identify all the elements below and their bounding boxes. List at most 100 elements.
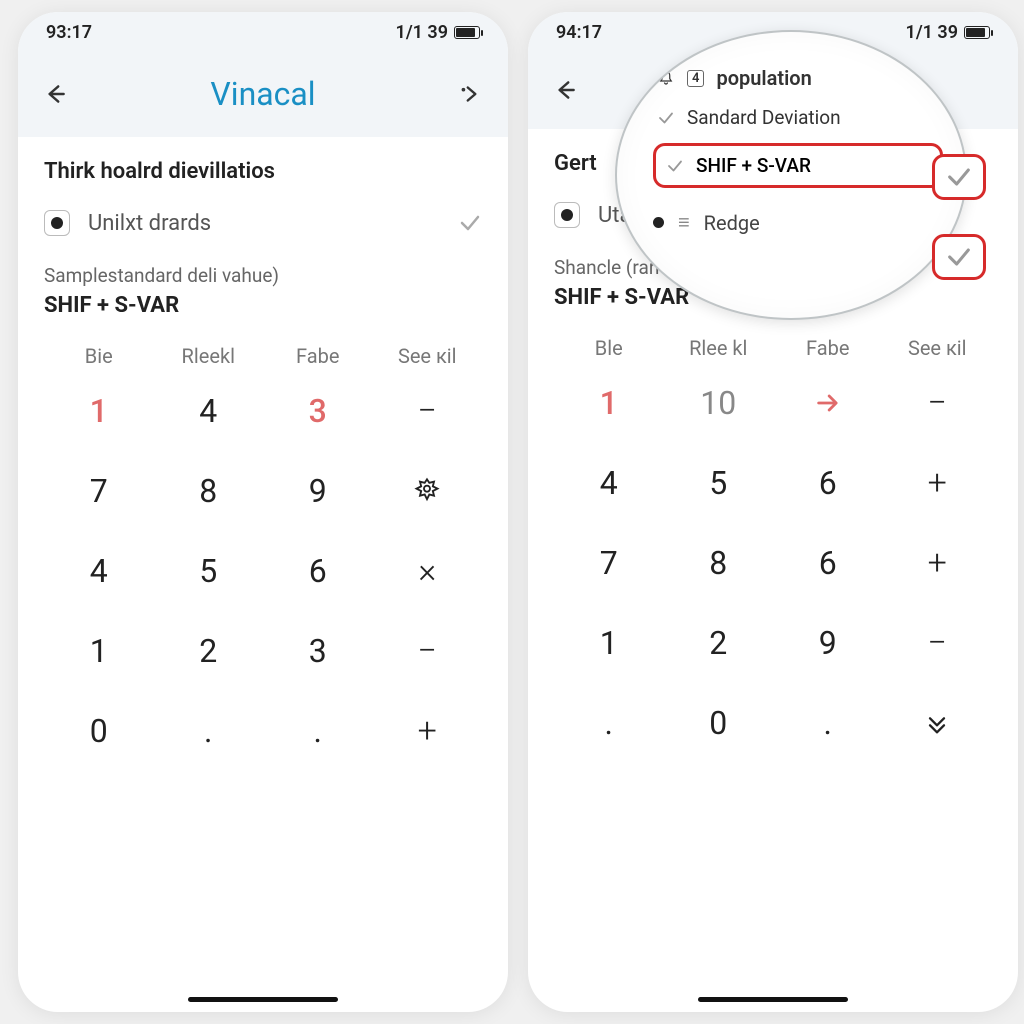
small-label: Samplestandard deli vahue)	[44, 264, 482, 287]
combo-label: SHIF + S-VAR	[44, 293, 482, 318]
section-heading: Thirk hoalrd dievillatios	[44, 159, 482, 184]
key-1b[interactable]: 1	[44, 620, 154, 682]
key-minus[interactable]: −	[373, 380, 483, 442]
key-plus[interactable]: +	[373, 700, 483, 762]
key-4[interactable]: 4	[154, 380, 264, 442]
arrow-left-icon	[552, 77, 578, 103]
key-10[interactable]: 10	[664, 372, 774, 434]
phone-left: 93:17 1/1 39 Vinacal Thirk hoalrd dievil…	[18, 12, 508, 1012]
key-9[interactable]: 9	[773, 612, 883, 674]
check-icon	[945, 163, 973, 191]
key-dot-b[interactable]: .	[773, 692, 883, 754]
magnifier-header: 4 population	[653, 58, 943, 98]
key-5[interactable]: 5	[154, 540, 264, 602]
key-7[interactable]: 7	[554, 532, 664, 594]
key-6[interactable]: 6	[773, 452, 883, 514]
arrow-left-icon	[42, 81, 68, 107]
key-1b[interactable]: 1	[554, 612, 664, 674]
content: Thirk hoalrd dievillatios Unilxt drards …	[18, 137, 508, 762]
key-3b[interactable]: 3	[263, 620, 373, 682]
key-plus-b[interactable]: +	[883, 532, 993, 594]
key-minus-b[interactable]: −	[373, 620, 483, 682]
option-row[interactable]: Unilxt drards	[44, 210, 482, 236]
keypad: 1 4 3 − 7 8 9 4 5 6 × 1 2 3 − 0 . . +	[44, 380, 482, 762]
magnifier-bottom-label: Redge	[704, 211, 760, 235]
key-5[interactable]: 5	[664, 452, 774, 514]
status-signal: 1/1 39	[396, 22, 448, 43]
keypad: 1 10 − 4 5 6 + 7 8 6 + 1 2 9 − . 0 .	[554, 372, 992, 754]
key-down[interactable]	[883, 692, 993, 754]
gear-icon	[413, 477, 441, 505]
back-button[interactable]	[40, 79, 70, 109]
key-7[interactable]: 7	[44, 460, 154, 522]
key-3[interactable]: 3	[263, 380, 373, 442]
check-icon	[666, 157, 684, 175]
key-minus[interactable]: −	[883, 372, 993, 434]
magnifier-overlay: 4 population Sandard Deviation SHIF + S-…	[615, 30, 967, 320]
radio-button[interactable]	[44, 210, 70, 236]
key-headers: Ble Rlee kl Fabe See кіl	[554, 336, 992, 360]
status-right: 1/1 39	[396, 22, 480, 43]
key-6[interactable]: 6	[263, 540, 373, 602]
col-header: Ble	[554, 336, 664, 360]
forward-button[interactable]	[456, 79, 486, 109]
col-header: Bie	[44, 344, 154, 368]
radio-button[interactable]	[554, 202, 580, 228]
key-2[interactable]: 2	[154, 620, 264, 682]
col-header: Fabe	[773, 336, 883, 360]
magnifier-highlight-label: SHIF + S-VAR	[696, 154, 811, 177]
check-icon	[657, 109, 675, 127]
key-dot[interactable]: .	[554, 692, 664, 754]
key-minus-b[interactable]: −	[883, 612, 993, 674]
header-badge: 4	[687, 70, 704, 87]
status-time: 93:17	[46, 22, 92, 43]
status-right: 1/1 39	[906, 22, 990, 43]
magnifier-item-label: Sandard Deviation	[687, 106, 841, 129]
key-dot-b[interactable]: .	[263, 700, 373, 762]
key-8[interactable]: 8	[154, 460, 264, 522]
nav-bar: Vinacal	[18, 47, 508, 137]
check-icon	[458, 211, 482, 235]
magnifier-item-stddev[interactable]: Sandard Deviation	[653, 98, 943, 137]
magnifier-header-text: population	[716, 66, 811, 90]
battery-icon	[454, 26, 480, 39]
battery-icon	[964, 26, 990, 39]
key-9[interactable]: 9	[263, 460, 373, 522]
key-2[interactable]: 2	[664, 612, 774, 674]
col-header: Fabe	[263, 344, 373, 368]
key-plus[interactable]: +	[883, 452, 993, 514]
status-signal: 1/1 39	[906, 22, 958, 43]
back-button[interactable]	[550, 75, 580, 105]
key-arrow[interactable]	[773, 372, 883, 434]
check-icon	[945, 243, 973, 271]
col-header: See кіl	[373, 344, 483, 368]
home-indicator[interactable]	[698, 997, 848, 1002]
key-6b[interactable]: 6	[773, 532, 883, 594]
key-dot[interactable]: .	[154, 700, 264, 762]
highlight-check-1	[932, 154, 986, 200]
page-title: Vinacal	[210, 75, 315, 113]
key-0[interactable]: 0	[664, 692, 774, 754]
home-indicator[interactable]	[188, 997, 338, 1002]
key-0[interactable]: 0	[44, 700, 154, 762]
key-4b[interactable]: 4	[44, 540, 154, 602]
chevron-down-icon	[923, 709, 951, 737]
key-1[interactable]: 1	[44, 380, 154, 442]
status-bar: 93:17 1/1 39	[18, 12, 508, 47]
col-header: Rlee kl	[664, 336, 774, 360]
radio-dot-icon	[653, 217, 664, 228]
magnifier-bottom-row[interactable]: ≡ Redge	[653, 210, 943, 235]
key-multiply[interactable]: ×	[373, 540, 483, 602]
key-1[interactable]: 1	[554, 372, 664, 434]
key-settings[interactable]	[373, 460, 483, 522]
magnifier-item-highlighted[interactable]: SHIF + S-VAR	[653, 143, 943, 188]
key-8[interactable]: 8	[664, 532, 774, 594]
arrow-right-icon	[814, 389, 842, 417]
col-header: See кіl	[883, 336, 993, 360]
key-4[interactable]: 4	[554, 452, 664, 514]
option-label: Unilxt drards	[88, 211, 440, 236]
status-time: 94:17	[556, 22, 602, 43]
key-headers: Bie Rleekl Fabe See кіl	[44, 344, 482, 368]
col-header: Rleekl	[154, 344, 264, 368]
highlight-check-2	[932, 234, 986, 280]
